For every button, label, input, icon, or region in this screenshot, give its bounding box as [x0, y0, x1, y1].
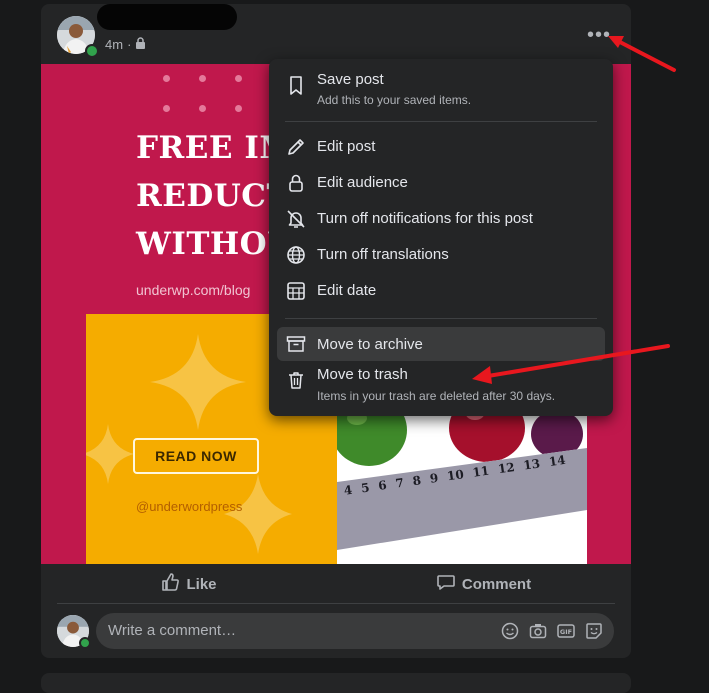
- menu-item-save-post[interactable]: Save post Add this to your saved items.: [277, 63, 605, 119]
- menu-item-label: Edit post: [317, 138, 376, 155]
- online-status-dot: [79, 637, 91, 649]
- image-handle: @underwordpress: [136, 499, 243, 514]
- lock-icon: [135, 37, 146, 52]
- annotation-arrow-icon: [608, 36, 676, 72]
- post-time[interactable]: 4m: [105, 37, 123, 52]
- menu-item-subtext: Items in your trash are deleted after 30…: [317, 389, 556, 403]
- emoji-icon[interactable]: [500, 621, 520, 646]
- bell-off-icon: [285, 208, 307, 230]
- annotation-arrow-icon: [472, 344, 670, 384]
- meta-separator: ·: [127, 37, 132, 52]
- menu-item-edit-post[interactable]: Edit post: [277, 129, 605, 165]
- decor-dot: [163, 105, 170, 112]
- lock-icon: [285, 172, 307, 194]
- menu-item-label: Edit audience: [317, 174, 408, 191]
- next-post-card: [41, 673, 631, 693]
- globe-icon: [285, 244, 307, 266]
- decor-dot: [235, 105, 242, 112]
- menu-item-label: Move to archive: [317, 336, 423, 353]
- online-status-dot: [85, 44, 99, 58]
- menu-item-subtext: Add this to your saved items.: [317, 93, 472, 107]
- trash-icon: [285, 369, 307, 391]
- menu-item-label: Move to trash: [317, 366, 408, 383]
- comment-label: Comment: [461, 575, 532, 593]
- decor-dot: [199, 75, 206, 82]
- image-url: underwp.com/blog: [136, 282, 251, 298]
- comment-tools: GIF: [500, 621, 604, 646]
- decor-dot: [199, 105, 206, 112]
- comment-bubble-icon: [436, 572, 456, 596]
- bookmark-icon: [285, 74, 307, 96]
- post-meta: 4m ·: [105, 37, 146, 52]
- post-actions: Like Comment: [41, 564, 631, 604]
- menu-item-label: Turn off notifications for this post: [317, 210, 533, 227]
- read-now-button[interactable]: READ NOW: [133, 438, 259, 474]
- menu-item-turn-off-translations[interactable]: Turn off translations: [277, 237, 605, 273]
- archive-icon: [285, 333, 307, 355]
- thumbs-up-icon: [160, 572, 180, 596]
- menu-item-edit-date[interactable]: Edit date: [277, 273, 605, 309]
- like-label: Like: [186, 575, 217, 593]
- comment-input[interactable]: Write a comment… GIF: [96, 613, 614, 649]
- gif-icon[interactable]: GIF: [556, 621, 576, 646]
- menu-divider: [285, 318, 597, 319]
- decor-dot: [235, 75, 242, 82]
- sticker-icon[interactable]: [584, 621, 604, 646]
- menu-item-label: Turn off translations: [317, 246, 449, 263]
- like-button[interactable]: Like: [41, 564, 336, 604]
- ruler-photo: 4 5 6 7 8 9 10 11 12 13 14: [337, 400, 587, 564]
- redacted-author-name: [97, 4, 237, 30]
- comment-button[interactable]: Comment: [336, 564, 631, 604]
- menu-divider: [285, 121, 597, 122]
- menu-item-label: Save post: [317, 71, 384, 88]
- comment-placeholder: Write a comment…: [108, 622, 237, 639]
- camera-icon[interactable]: [528, 621, 548, 646]
- calendar-icon: [285, 280, 307, 302]
- divider: [57, 603, 615, 604]
- menu-item-edit-audience[interactable]: Edit audience: [277, 165, 605, 201]
- svg-text:GIF: GIF: [560, 628, 572, 636]
- pencil-icon: [285, 136, 307, 158]
- decor-dot: [163, 75, 170, 82]
- menu-item-label: Edit date: [317, 282, 377, 299]
- menu-item-turn-off-notifications[interactable]: Turn off notifications for this post: [277, 201, 605, 237]
